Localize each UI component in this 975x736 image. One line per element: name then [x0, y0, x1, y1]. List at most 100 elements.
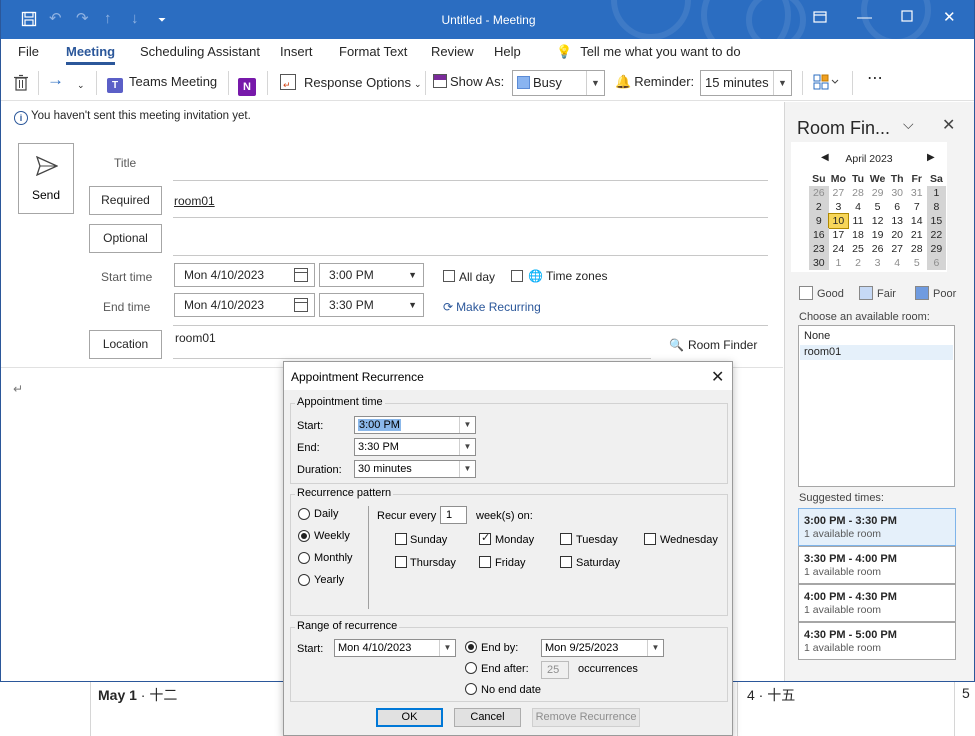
checkbox-saturday[interactable]	[560, 556, 572, 568]
close-pane-icon[interactable]: ✕	[942, 115, 955, 135]
room-finder-button[interactable]: 🔍 Room Finder	[669, 338, 757, 352]
time-zones-checkbox[interactable]	[511, 270, 523, 282]
range-start-dropdown[interactable]: Mon 4/10/2023 ▼	[334, 639, 456, 657]
radio-weekly[interactable]	[298, 530, 310, 542]
calendar-day[interactable]: 1	[829, 256, 849, 270]
start-time-dropdown[interactable]: 3:00 PM ▼	[319, 263, 424, 287]
calendar-day[interactable]: 14	[907, 214, 927, 228]
calendar-day[interactable]: 31	[907, 186, 927, 200]
calendar-day[interactable]: 6	[926, 256, 947, 270]
maximize-icon[interactable]	[901, 10, 913, 26]
appt-end-dropdown[interactable]: 3:30 PM ▼	[354, 438, 476, 456]
bg-day-may1[interactable]: May 1 · 十二	[98, 685, 177, 705]
ribbon-display-options-icon[interactable]	[813, 10, 827, 28]
cancel-button[interactable]: Cancel	[454, 708, 521, 727]
calendar-day[interactable]: 5	[868, 200, 888, 214]
calendar-day[interactable]: 7	[907, 200, 927, 214]
more-options-button[interactable]: ⋯	[867, 71, 883, 87]
calendar-day[interactable]: 12	[868, 214, 888, 228]
suggested-time-item[interactable]: 3:00 PM - 3:30 PM 1 available room	[798, 508, 956, 546]
tab-review[interactable]: Review	[431, 44, 474, 59]
calendar-day[interactable]: 25	[848, 242, 868, 256]
tab-scheduling-assistant[interactable]: Scheduling Assistant	[140, 44, 260, 59]
checkbox-wednesday[interactable]	[644, 533, 656, 545]
room-option-none[interactable]: None	[800, 329, 953, 344]
calendar-day[interactable]: 8	[926, 200, 947, 214]
send-button[interactable]: Send	[18, 143, 74, 214]
suggested-time-item[interactable]: 4:30 PM - 5:00 PM 1 available room	[798, 622, 956, 660]
calendar-day[interactable]: 10	[827, 213, 850, 229]
calendar-day[interactable]: 6	[887, 200, 907, 214]
calendar-day[interactable]: 28	[848, 186, 868, 200]
calendar-day[interactable]: 26	[868, 242, 888, 256]
teams-meeting-button[interactable]: T Teams Meeting	[107, 74, 217, 93]
tell-me-box[interactable]: 💡 Tell me what you want to do	[556, 44, 741, 60]
calendar-day[interactable]: 15	[926, 214, 947, 228]
calendar-day[interactable]: 2	[809, 200, 829, 214]
response-options-button[interactable]: ↵ Response Options ⌄	[280, 74, 422, 92]
calendar-day[interactable]: 28	[907, 242, 927, 256]
calendar-day[interactable]: 19	[868, 228, 888, 242]
calendar-day[interactable]: 21	[907, 228, 927, 242]
dialog-close-icon[interactable]: ✕	[711, 367, 724, 387]
radio-end-after[interactable]	[465, 662, 477, 674]
required-attendee[interactable]: room01	[174, 194, 215, 208]
required-button[interactable]: Required	[89, 186, 162, 215]
checkbox-sunday[interactable]	[395, 533, 407, 545]
forward-arrow-icon[interactable]: →	[47, 71, 64, 88]
radio-monthly[interactable]	[298, 552, 310, 564]
tab-format-text[interactable]: Format Text	[339, 44, 407, 59]
close-icon[interactable]: ✕	[943, 10, 956, 26]
title-input[interactable]	[173, 180, 768, 181]
calendar-day[interactable]: 9	[809, 214, 829, 228]
chevron-down-icon[interactable]: ⌵	[903, 116, 914, 133]
appt-start-dropdown[interactable]: 3:00 PM ▼	[354, 416, 476, 434]
reminder-dropdown[interactable]: 15 minutes ▼	[700, 70, 792, 96]
calendar-day[interactable]: 13	[887, 214, 907, 228]
calendar-day[interactable]: 22	[926, 228, 947, 242]
remove-recurrence-button[interactable]: Remove Recurrence	[532, 708, 640, 727]
start-date-picker[interactable]: Mon 4/10/2023	[174, 263, 315, 287]
tab-meeting[interactable]: Meeting	[66, 44, 116, 65]
calendar-day[interactable]: 23	[809, 242, 829, 256]
calendar-day[interactable]: 11	[848, 214, 868, 228]
tab-file[interactable]: File	[18, 44, 39, 59]
room-option-room01[interactable]: room01	[800, 345, 953, 360]
room-list[interactable]: None room01	[798, 325, 955, 487]
radio-daily[interactable]	[298, 508, 310, 520]
optional-button[interactable]: Optional	[89, 224, 162, 253]
suggested-time-item[interactable]: 4:00 PM - 4:30 PM 1 available room	[798, 584, 956, 622]
calendar-day[interactable]: 3	[829, 200, 849, 214]
location-input[interactable]: room01	[175, 331, 216, 345]
optional-input[interactable]	[173, 255, 768, 256]
calendar-day[interactable]: 29	[926, 242, 947, 256]
calendar-day[interactable]: 16	[809, 228, 829, 242]
calendar-day[interactable]: 5	[907, 256, 927, 270]
show-as-dropdown[interactable]: Busy ▼	[512, 70, 605, 96]
calendar-day[interactable]: 30	[809, 256, 829, 270]
checkbox-thursday[interactable]	[395, 556, 407, 568]
radio-end-by[interactable]	[465, 641, 477, 653]
checkbox-tuesday[interactable]	[560, 533, 572, 545]
ok-button[interactable]: OK	[376, 708, 443, 727]
calendar-day[interactable]: 24	[829, 242, 849, 256]
recur-every-input[interactable]: 1	[440, 506, 467, 524]
checkbox-monday[interactable]	[479, 531, 491, 545]
all-day-checkbox[interactable]	[443, 270, 455, 282]
bg-day-5[interactable]: 5	[962, 685, 970, 701]
calendar-day[interactable]: 27	[887, 242, 907, 256]
radio-yearly[interactable]	[298, 574, 310, 586]
checkbox-friday[interactable]	[479, 556, 491, 568]
calendar-day[interactable]: 30	[887, 186, 907, 200]
calendar-day[interactable]: 1	[926, 186, 947, 200]
delete-icon[interactable]	[13, 74, 29, 95]
calendar-day[interactable]: 4	[887, 256, 907, 270]
calendar-day[interactable]: 4	[848, 200, 868, 214]
calendar-day[interactable]: 18	[848, 228, 868, 242]
calendar-day[interactable]: 3	[868, 256, 888, 270]
bg-day-4[interactable]: 4 · 十五	[747, 685, 795, 705]
calendar-day[interactable]: 26	[809, 186, 829, 200]
calendar-day[interactable]: 27	[829, 186, 849, 200]
location-button[interactable]: Location	[89, 330, 162, 359]
tab-insert[interactable]: Insert	[280, 44, 313, 59]
